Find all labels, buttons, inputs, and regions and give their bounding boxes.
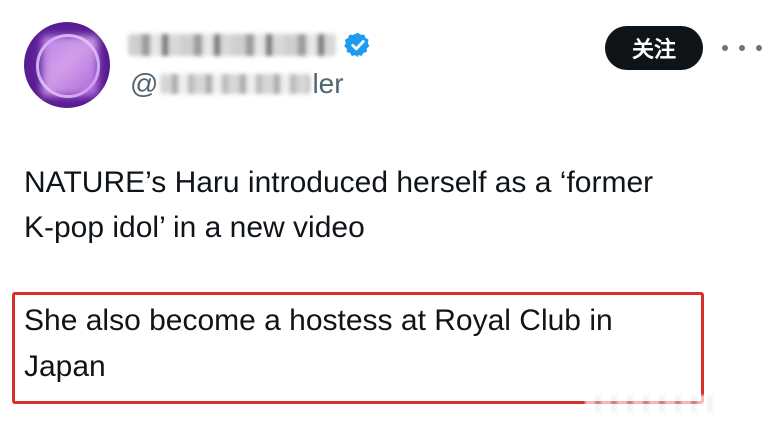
display-name-row: [128, 30, 372, 60]
tweet-card: @ ler 关注 NATURE’s Haru introduced hersel…: [0, 0, 775, 421]
handle-prefix: @: [130, 68, 159, 99]
more-dot: [756, 45, 762, 51]
tweet-text: NATURE’s Haru introduced herself as a ‘f…: [24, 160, 754, 250]
handle-suffix: ler: [312, 68, 344, 99]
display-name-blurred[interactable]: [128, 34, 336, 56]
tweet-text-line: K-pop idol’ in a new video: [24, 211, 365, 244]
more-options-icon[interactable]: [722, 36, 762, 60]
handle-blurred: [160, 74, 311, 94]
highlighted-text-line: Japan: [24, 350, 106, 383]
handle-row: @ ler: [130, 68, 344, 100]
more-dot: [739, 45, 745, 51]
follow-button[interactable]: 关注: [605, 26, 703, 70]
highlighted-text-line: She also become a hostess at Royal Club …: [24, 304, 613, 337]
avatar[interactable]: [24, 22, 110, 108]
tweet-text-line: NATURE’s Haru introduced herself as a ‘f…: [24, 166, 654, 199]
watermark: [585, 395, 715, 413]
highlighted-text: She also become a hostess at Royal Club …: [24, 298, 704, 390]
more-dot: [722, 45, 728, 51]
avatar-blur: [42, 36, 98, 96]
verified-badge-icon-svg: [344, 32, 370, 58]
verified-badge-icon: [344, 31, 372, 59]
